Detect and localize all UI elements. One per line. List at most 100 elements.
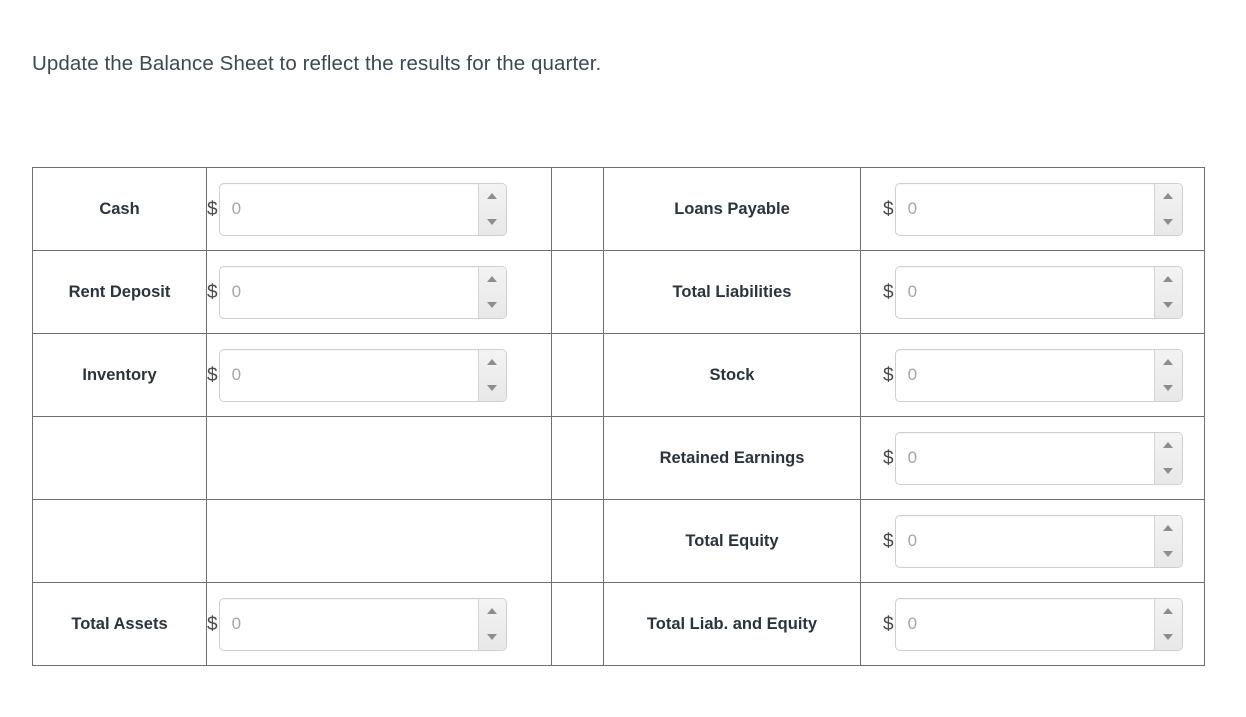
asset-amount-input[interactable] [219, 598, 478, 650]
spinner-decrement-button[interactable] [1155, 458, 1182, 484]
table-row: Cash$Loans Payable$ [32, 167, 1205, 251]
liability-amount-cell[interactable]: $ [860, 499, 1205, 583]
asset-amount-input[interactable] [219, 266, 478, 318]
spinner-increment-button[interactable] [1155, 267, 1182, 293]
asset-label-cell [32, 416, 207, 500]
spinner-increment-button[interactable] [479, 267, 506, 293]
currency-input-group: $ [883, 265, 1204, 319]
dollar-sign-icon: $ [883, 198, 894, 220]
liability-amount-input[interactable] [895, 598, 1154, 650]
instruction-text: Update the Balance Sheet to reflect the … [32, 52, 602, 75]
spinner-increment-button[interactable] [1155, 516, 1182, 542]
spinner-decrement-button[interactable] [1155, 292, 1182, 318]
spacer-cell [551, 582, 604, 666]
liability-amount-cell[interactable]: $ [860, 167, 1205, 251]
triangle-down-icon [1163, 633, 1174, 640]
spinner-decrement-button[interactable] [479, 375, 506, 401]
triangle-down-icon [1163, 467, 1174, 474]
asset-label-cell: Total Assets [32, 582, 207, 666]
spinner-buttons [1153, 183, 1182, 235]
liability-amount-input[interactable] [895, 349, 1154, 401]
liability-amount-cell[interactable]: $ [860, 250, 1205, 334]
number-spinner[interactable] [894, 431, 1183, 485]
currency-input-group: $ [883, 182, 1204, 236]
liability-label-cell: Loans Payable [603, 167, 861, 251]
triangle-up-icon [1163, 608, 1174, 615]
liability-label-cell: Stock [603, 333, 861, 417]
triangle-down-icon [487, 384, 498, 391]
triangle-up-icon [1163, 442, 1174, 449]
triangle-down-icon [487, 633, 498, 640]
liability-amount-cell[interactable]: $ [860, 416, 1205, 500]
currency-input-group: $ [207, 348, 551, 402]
number-spinner[interactable] [894, 348, 1183, 402]
dollar-sign-icon: $ [883, 364, 894, 386]
number-spinner[interactable] [894, 514, 1183, 568]
triangle-down-icon [1163, 301, 1174, 308]
spinner-decrement-button[interactable] [479, 292, 506, 318]
spinner-buttons [477, 349, 506, 401]
spinner-buttons [1153, 515, 1182, 567]
asset-amount-cell[interactable]: $ [206, 582, 552, 666]
dollar-sign-icon: $ [207, 198, 218, 220]
spacer-cell [551, 416, 604, 500]
spinner-increment-button[interactable] [479, 350, 506, 376]
liability-amount-input[interactable] [895, 515, 1154, 567]
number-spinner[interactable] [218, 597, 507, 651]
spacer-cell [551, 333, 604, 417]
spinner-decrement-button[interactable] [479, 624, 506, 650]
spinner-increment-button[interactable] [1155, 599, 1182, 625]
currency-input-group: $ [883, 431, 1204, 485]
triangle-down-icon [487, 301, 498, 308]
asset-amount-cell[interactable]: $ [206, 250, 552, 334]
number-spinner[interactable] [218, 265, 507, 319]
table-row: Total Equity $ [32, 499, 1205, 583]
number-spinner[interactable] [218, 182, 507, 236]
triangle-up-icon [487, 359, 498, 366]
triangle-up-icon [1163, 276, 1174, 283]
liability-amount-input[interactable] [895, 183, 1154, 235]
currency-input-group: $ [207, 265, 551, 319]
balance-sheet-body: Cash$Loans Payable$Rent Deposit$Total Li… [32, 167, 1205, 666]
spinner-increment-button[interactable] [1155, 350, 1182, 376]
spacer-cell [551, 250, 604, 334]
asset-label-cell: Cash [32, 167, 207, 251]
number-spinner[interactable] [218, 348, 507, 402]
number-spinner[interactable] [894, 597, 1183, 651]
spinner-buttons [1153, 266, 1182, 318]
spinner-decrement-button[interactable] [479, 209, 506, 235]
spinner-increment-button[interactable] [479, 599, 506, 625]
liability-amount-input[interactable] [895, 432, 1154, 484]
triangle-up-icon [1163, 359, 1174, 366]
spinner-increment-button[interactable] [1155, 433, 1182, 459]
spinner-decrement-button[interactable] [1155, 375, 1182, 401]
liability-label-cell: Total Equity [603, 499, 861, 583]
spinner-decrement-button[interactable] [1155, 624, 1182, 650]
liability-amount-input[interactable] [895, 266, 1154, 318]
spinner-decrement-button[interactable] [1155, 209, 1182, 235]
liability-label-cell: Retained Earnings [603, 416, 861, 500]
spinner-increment-button[interactable] [479, 184, 506, 210]
table-row: Retained Earnings $ [32, 416, 1205, 500]
asset-amount-cell[interactable]: $ [206, 167, 552, 251]
table-row: Rent Deposit$Total Liabilities$ [32, 250, 1205, 334]
asset-amount-input[interactable] [219, 183, 478, 235]
number-spinner[interactable] [894, 265, 1183, 319]
number-spinner[interactable] [894, 182, 1183, 236]
liability-amount-cell[interactable]: $ [860, 582, 1205, 666]
triangle-down-icon [487, 218, 498, 225]
spinner-increment-button[interactable] [1155, 184, 1182, 210]
liability-amount-cell[interactable]: $ [860, 333, 1205, 417]
spacer-cell [551, 499, 604, 583]
dollar-sign-icon: $ [207, 364, 218, 386]
dollar-sign-icon: $ [883, 447, 894, 469]
spinner-buttons [1153, 432, 1182, 484]
spinner-decrement-button[interactable] [1155, 541, 1182, 567]
dollar-sign-icon: $ [207, 281, 218, 303]
triangle-down-icon [1163, 550, 1174, 557]
triangle-up-icon [1163, 193, 1174, 200]
dollar-sign-icon: $ [207, 613, 218, 635]
asset-amount-cell[interactable]: $ [206, 333, 552, 417]
asset-amount-input[interactable] [219, 349, 478, 401]
triangle-up-icon [487, 276, 498, 283]
